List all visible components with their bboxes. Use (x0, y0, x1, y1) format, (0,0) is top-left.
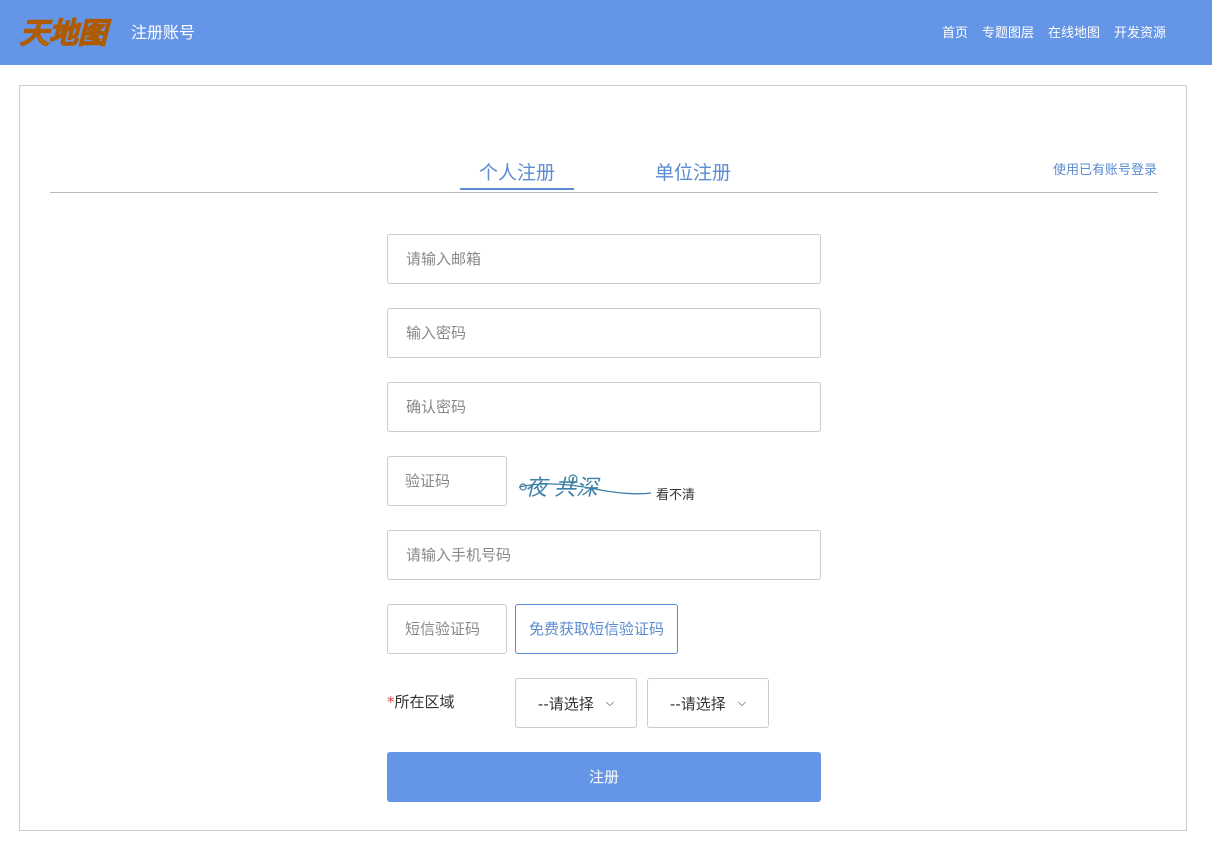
captcha-graphic: 夜 共深 (518, 474, 652, 501)
existing-account-login-link[interactable]: 使用已有账号登录 (1053, 162, 1157, 180)
tab-organization-register[interactable]: 单位注册 (655, 160, 731, 186)
register-submit-button[interactable]: 注册 (387, 752, 821, 802)
main-nav: 首页 专题图层 在线地图 开发资源 (942, 24, 1166, 44)
nav-home[interactable]: 首页 (942, 24, 968, 44)
page-title: 注册账号 (131, 23, 196, 42)
region-label: *所在区域 (387, 691, 455, 713)
tianditu-logo[interactable]: 天地图 (18, 12, 118, 52)
captcha-text: 夜 共深 (525, 476, 601, 501)
nav-thematic-layers[interactable]: 专题图层 (982, 24, 1034, 44)
confirm-password-input[interactable] (387, 382, 821, 432)
email-input[interactable] (387, 234, 821, 284)
register-panel: 个人注册 单位注册 使用已有账号登录 夜 共深 看不清 免费获取短信验证码 *所… (19, 85, 1187, 831)
chevron-down-icon: ⌵ (605, 696, 615, 709)
captcha-image[interactable]: 夜 共深 (515, 465, 655, 505)
region-label-text: 所在区域 (394, 693, 455, 711)
city-select-value: --请选择 (669, 694, 726, 713)
password-input[interactable] (387, 308, 821, 358)
tab-personal-register[interactable]: 个人注册 (460, 160, 574, 190)
nav-dev-resources[interactable]: 开发资源 (1114, 24, 1166, 44)
captcha-refresh-link[interactable]: 看不清 (656, 487, 695, 505)
tab-divider (50, 192, 1158, 193)
top-header-bar: 天地图 注册账号 首页 专题图层 在线地图 开发资源 (0, 0, 1212, 65)
chevron-down-icon: ⌵ (737, 696, 747, 709)
sms-code-input[interactable] (387, 604, 507, 654)
nav-online-map[interactable]: 在线地图 (1048, 24, 1100, 44)
logo-wordmark: 天地图 (20, 16, 111, 50)
logo-image: 天地图 (19, 15, 111, 50)
phone-input[interactable] (387, 530, 821, 580)
city-select[interactable]: --请选择 ⌵ (647, 678, 769, 728)
captcha-input[interactable] (387, 456, 507, 506)
province-select[interactable]: --请选择 ⌵ (515, 678, 637, 728)
get-sms-code-button[interactable]: 免费获取短信验证码 (515, 604, 678, 654)
province-select-value: --请选择 (537, 694, 594, 713)
required-mark: * (387, 693, 395, 711)
